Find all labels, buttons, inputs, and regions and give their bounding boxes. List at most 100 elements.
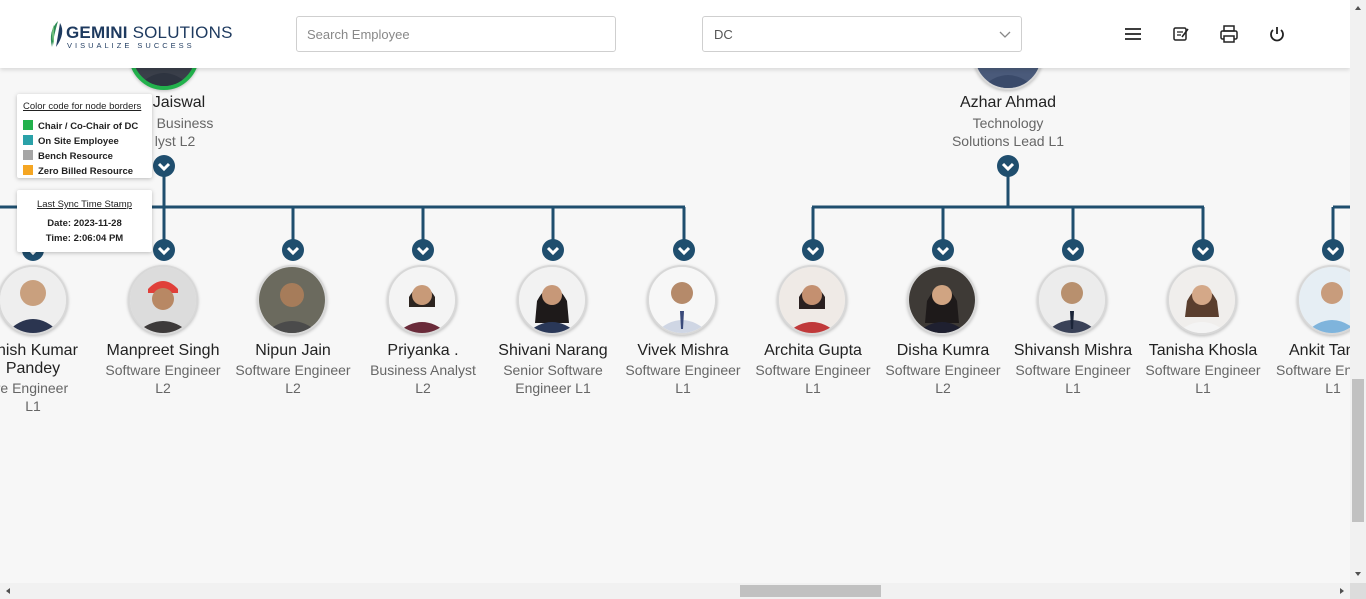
legend-item: Bench Resource <box>23 150 113 162</box>
chevron-down-icon <box>999 31 1011 38</box>
employee-designation: L2 <box>935 380 951 396</box>
print-button[interactable] <box>1219 24 1239 44</box>
expand-chevron-icon[interactable] <box>1192 239 1214 261</box>
employee-designation: Software Engineer <box>625 362 741 378</box>
avatar[interactable] <box>1037 265 1107 335</box>
avatar[interactable] <box>257 265 327 335</box>
scrollbar-corner <box>1350 583 1366 599</box>
menu-button[interactable] <box>1123 24 1143 44</box>
employee-name: Tanisha Khosla <box>1148 342 1258 359</box>
menu-icon <box>1125 28 1141 40</box>
app-header: GEMINI SOLUTIONS VISUALIZE SUCCESS DC <box>0 0 1350 68</box>
employee-name: Ankit Tan <box>1289 342 1350 359</box>
employee-name: Pandey <box>5 360 61 377</box>
employee-name: Priyanka . <box>387 342 459 359</box>
print-icon <box>1220 25 1238 43</box>
scroll-left-arrow-icon[interactable] <box>1 583 15 599</box>
employee-designation: Software Engineer <box>105 362 221 378</box>
avatar[interactable] <box>128 265 198 335</box>
employee-designation: Software Engineer <box>235 362 351 378</box>
employee-designation: L2 <box>155 380 171 396</box>
employee-designation: L1 <box>1195 380 1211 396</box>
employee-designation: Software Engineer <box>885 362 1001 378</box>
avatar[interactable] <box>907 265 977 335</box>
expand-chevron-icon[interactable] <box>673 239 695 261</box>
expand-chevron-icon[interactable] <box>997 155 1019 177</box>
avatar[interactable] <box>387 265 457 335</box>
expand-chevron-icon[interactable] <box>153 155 175 177</box>
expand-chevron-icon[interactable] <box>1322 239 1344 261</box>
border-color-legend: Color code for node borders Chair / Co-C… <box>17 94 152 178</box>
legend-swatch <box>23 135 33 145</box>
employee-designation: ware Engineer <box>0 380 69 396</box>
manager-name: Azhar Ahmad <box>959 94 1057 111</box>
employee-name: Vivek Mishra <box>637 342 729 359</box>
avatar[interactable] <box>0 265 68 335</box>
legend-title: Color code for node borders <box>23 101 142 112</box>
avatar[interactable] <box>517 265 587 335</box>
company-logo[interactable]: GEMINI SOLUTIONS VISUALIZE SUCCESS <box>46 17 232 51</box>
employee-designation: Software En <box>1276 362 1350 378</box>
vertical-scrollbar-thumb[interactable] <box>1352 379 1364 522</box>
expand-chevron-icon[interactable] <box>153 239 175 261</box>
manager-designation: Solutions Lead L1 <box>951 133 1065 149</box>
department-select-value: DC <box>714 27 733 42</box>
expand-chevron-icon[interactable] <box>412 239 434 261</box>
department-select[interactable]: DC <box>702 16 1022 52</box>
employee-designation: L2 <box>415 380 431 396</box>
legend-item: On Site Employee <box>23 135 119 147</box>
employee-designation: L1 <box>675 380 691 396</box>
sync-timestamp-panel: Last Sync Time Stamp Date: 2023-11-28 Ti… <box>17 190 152 252</box>
legend-swatch <box>23 120 33 130</box>
employee-name: Disha Kumra <box>896 342 990 359</box>
employee-designation: Senior Software <box>503 362 603 378</box>
employee-name: Shivansh Mishra <box>1013 342 1133 359</box>
employee-designation: L2 <box>285 380 301 396</box>
scroll-right-arrow-icon[interactable] <box>1335 583 1349 599</box>
employee-designation: Business Analyst <box>370 362 476 378</box>
org-chart-canvas[interactable]: i Jaiswal Business lyst L2 Azhar Ahmad T… <box>0 0 1350 583</box>
employee-designation: Software Engineer <box>755 362 871 378</box>
employee-name: Nipun Jain <box>255 342 331 359</box>
expand-chevron-icon[interactable] <box>1062 239 1084 261</box>
employee-name: Archita Gupta <box>764 342 862 359</box>
logout-button[interactable] <box>1267 24 1287 44</box>
employee-designation: L1 <box>805 380 821 396</box>
horizontal-scrollbar[interactable] <box>0 583 1350 599</box>
employee-designation: L1 <box>25 398 41 414</box>
employee-designation: Software Engineer <box>1145 362 1261 378</box>
vertical-scrollbar[interactable] <box>1350 0 1366 583</box>
employee-name: anish Kumar <box>0 342 78 359</box>
notes-icon <box>1173 27 1189 41</box>
scroll-down-arrow-icon[interactable] <box>1350 567 1366 581</box>
employee-designation: Engineer L1 <box>515 380 591 396</box>
avatar[interactable] <box>777 265 847 335</box>
expand-chevron-icon[interactable] <box>802 239 824 261</box>
manager-designation: Technology <box>972 115 1044 131</box>
expand-chevron-icon[interactable] <box>932 239 954 261</box>
search-employee-input[interactable] <box>296 16 616 52</box>
expand-chevron-icon[interactable] <box>542 239 564 261</box>
employee-designation: Software Engineer <box>1015 362 1131 378</box>
logo-wordmark: GEMINI SOLUTIONS <box>66 23 233 42</box>
legend-swatch <box>23 150 33 160</box>
sync-title: Last Sync Time Stamp <box>36 199 133 210</box>
employee-name: Manpreet Singh <box>106 342 220 359</box>
employee-name: Shivani Narang <box>498 342 608 359</box>
horizontal-scrollbar-thumb[interactable] <box>740 585 881 597</box>
legend-swatch <box>23 165 33 175</box>
legend-item: Chair / Co-Chair of DC <box>23 120 138 132</box>
power-icon <box>1270 27 1284 42</box>
logo-tagline: VISUALIZE SUCCESS <box>67 41 195 50</box>
avatar[interactable] <box>647 265 717 335</box>
expand-chevron-icon[interactable] <box>282 239 304 261</box>
sync-date: Date: 2023-11-28 <box>47 218 122 229</box>
employee-designation: L1 <box>1065 380 1081 396</box>
scroll-up-arrow-icon[interactable] <box>1350 1 1366 15</box>
employee-designation: L1 <box>1325 380 1341 396</box>
notes-button[interactable] <box>1171 24 1191 44</box>
leaf-logo-icon <box>50 21 63 47</box>
sync-time: Time: 2:06:04 PM <box>45 233 124 244</box>
legend-item: Zero Billed Resource <box>23 165 133 177</box>
avatar[interactable] <box>1167 265 1237 335</box>
